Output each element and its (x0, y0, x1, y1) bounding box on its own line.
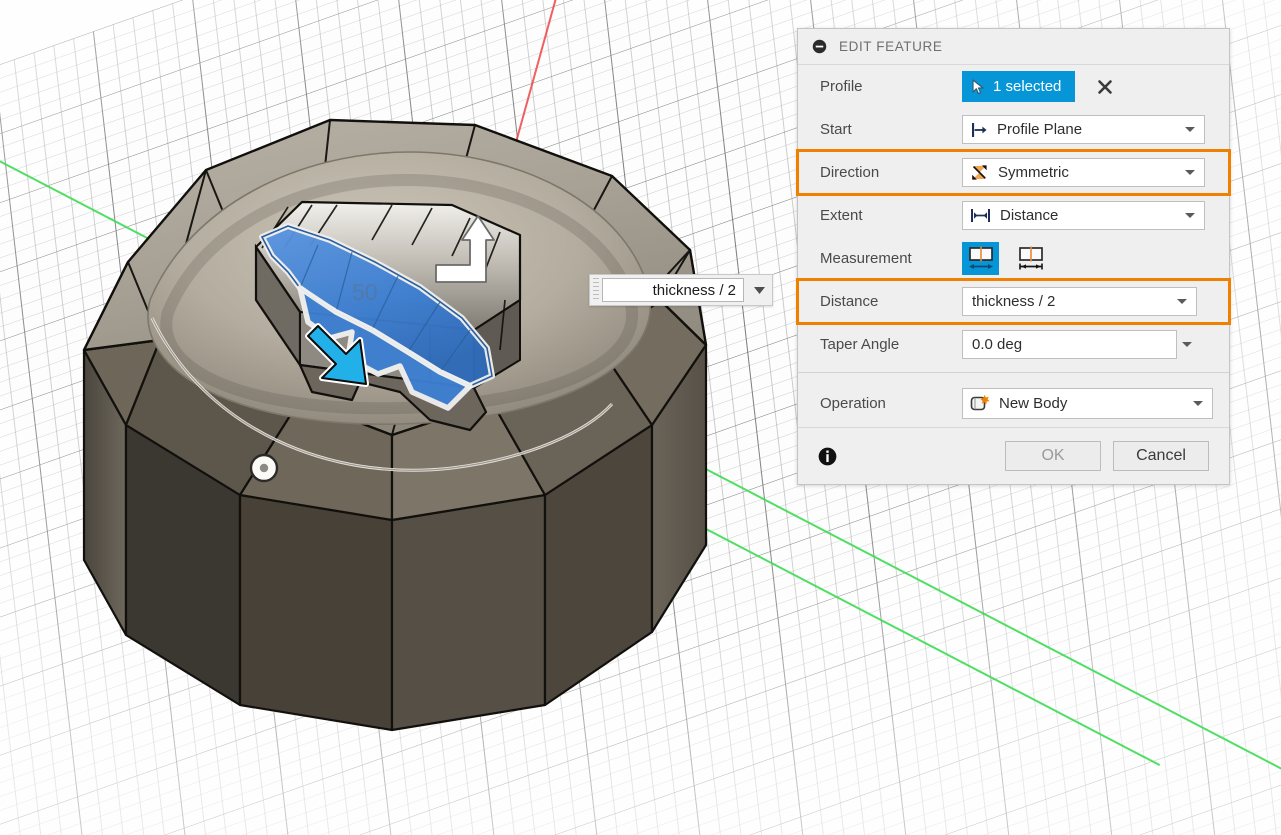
label-extent: Extent (820, 207, 863, 224)
info-icon[interactable] (818, 447, 837, 466)
label-start: Start (820, 121, 852, 138)
row-measurement: Measurement (798, 237, 1229, 280)
chevron-down-icon[interactable] (1177, 342, 1197, 347)
distance-extent-icon (970, 208, 991, 223)
cancel-button[interactable]: Cancel (1113, 441, 1209, 471)
operation-value: New Body (999, 394, 1068, 412)
profile-selection-count: 1 selected (993, 78, 1062, 95)
profile-selection-chip[interactable]: 1 selected (962, 71, 1076, 102)
dialog-footer: OK Cancel (798, 427, 1229, 484)
chevron-down-icon[interactable] (1180, 127, 1200, 132)
new-body-icon (970, 394, 990, 413)
symmetric-icon (970, 164, 989, 181)
distance-input[interactable]: thickness / 2 (962, 287, 1197, 316)
row-distance: Distance thickness / 2 (796, 278, 1231, 325)
chevron-down-icon[interactable] (1172, 299, 1192, 304)
row-profile: Profile 1 selected (798, 65, 1229, 108)
drag-grip-icon[interactable] (590, 275, 602, 305)
start-value: Profile Plane (997, 121, 1083, 138)
edit-feature-dialog[interactable]: EDIT FEATURE Profile 1 selected Start Pr… (796, 28, 1231, 485)
label-measurement: Measurement (820, 250, 912, 267)
dialog-title: EDIT FEATURE (839, 39, 943, 54)
row-operation: Operation New Body (798, 379, 1229, 427)
row-direction: Direction Symmetric (796, 149, 1231, 196)
half-length-measure-button[interactable] (962, 242, 999, 275)
label-operation: Operation (820, 394, 886, 412)
ghost-dimension-text: 50 (352, 279, 378, 305)
extent-dropdown[interactable]: Distance (962, 201, 1205, 230)
label-taper-angle: Taper Angle (820, 336, 900, 353)
whole-length-measure-button[interactable] (1012, 242, 1049, 275)
row-start: Start Profile Plane (798, 108, 1229, 151)
close-x-icon[interactable] (1095, 77, 1115, 97)
chevron-down-icon[interactable] (746, 286, 772, 294)
in-canvas-distance-value[interactable]: thickness / 2 (602, 278, 744, 302)
operation-dropdown[interactable]: New Body (962, 387, 1213, 419)
taper-angle-input[interactable]: 0.0 deg (962, 330, 1177, 359)
direction-value: Symmetric (998, 164, 1069, 181)
chevron-down-icon[interactable] (1180, 170, 1200, 175)
taper-angle-value: 0.0 deg (972, 336, 1023, 353)
dialog-header: EDIT FEATURE (798, 29, 1229, 65)
direction-dropdown[interactable]: Symmetric (962, 158, 1205, 187)
label-distance: Distance (820, 293, 879, 310)
profile-plane-icon (970, 122, 988, 138)
label-profile: Profile (820, 78, 863, 95)
chevron-down-icon[interactable] (1188, 400, 1208, 406)
minus-circle-icon[interactable] (812, 39, 827, 54)
ok-button[interactable]: OK (1005, 441, 1101, 471)
start-dropdown[interactable]: Profile Plane (962, 115, 1205, 144)
in-canvas-distance-input[interactable]: thickness / 2 (589, 274, 773, 306)
label-direction: Direction (820, 164, 880, 181)
cursor-arrow-icon (972, 78, 985, 95)
row-taper-angle: Taper Angle 0.0 deg (798, 323, 1229, 366)
distance-value: thickness / 2 (972, 293, 1056, 310)
extruded-solid-model[interactable]: 50 (0, 0, 800, 835)
section-divider (798, 372, 1229, 373)
chevron-down-icon[interactable] (1180, 213, 1200, 218)
extent-value: Distance (1000, 207, 1059, 224)
row-extent: Extent Distance (798, 194, 1229, 237)
taper-angle-handle[interactable] (249, 453, 279, 483)
